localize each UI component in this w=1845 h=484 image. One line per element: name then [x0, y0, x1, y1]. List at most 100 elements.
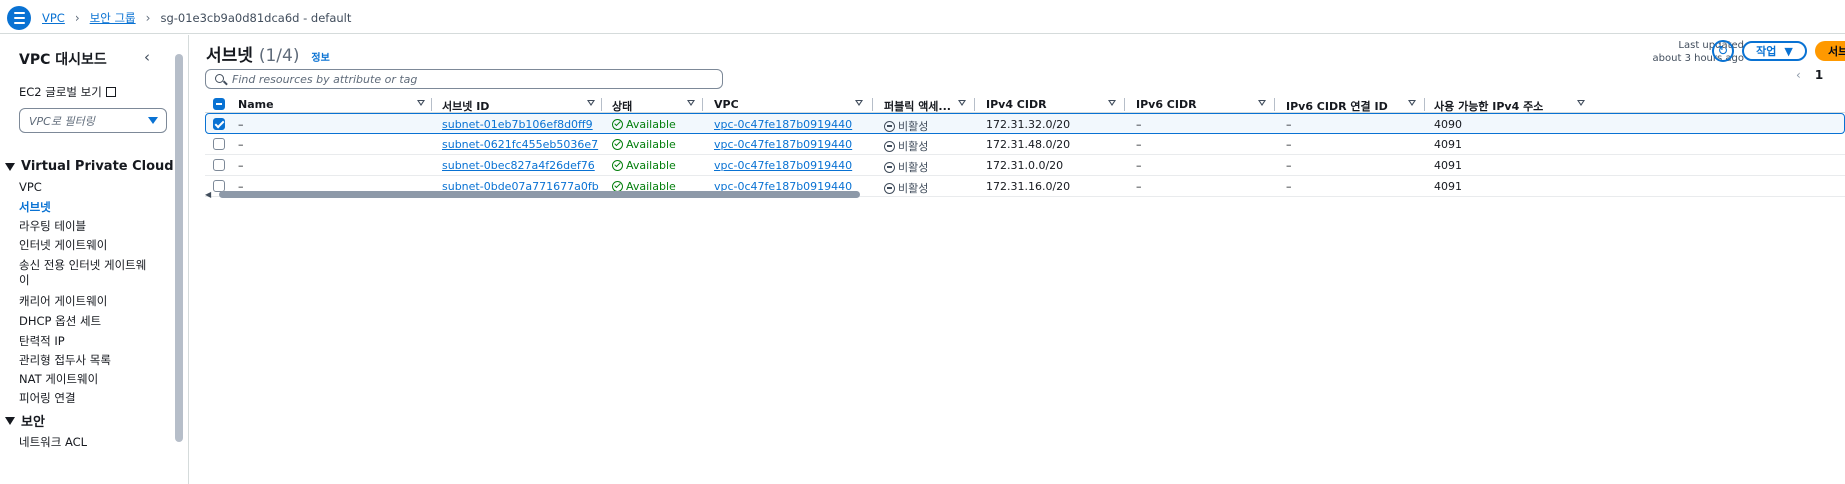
column-header-state[interactable]: 상태 — [612, 98, 632, 114]
actions-button[interactable]: 작업 ▼ — [1742, 41, 1807, 61]
sidebar-item-peering[interactable]: 피어링 연결 — [19, 390, 76, 406]
table-row[interactable]: – subnet-0621fc455eb5036e7 Available vpc… — [205, 134, 1845, 155]
chevron-left-icon[interactable]: ‹ — [1796, 68, 1801, 82]
sort-icon[interactable] — [417, 100, 425, 106]
cell-available-ipv4: 4091 — [1434, 180, 1462, 193]
sort-icon[interactable] — [855, 100, 863, 106]
status-text: Available — [626, 118, 676, 131]
search-icon — [215, 74, 224, 83]
public-text: 비활성 — [898, 182, 929, 195]
column-resizer[interactable] — [872, 98, 873, 111]
sidebar-item-subnets[interactable]: 서브넷 — [19, 199, 51, 215]
info-link[interactable]: 정보 — [311, 53, 329, 64]
sidebar-item-prefix-lists[interactable]: 관리형 접두사 목록 — [19, 352, 111, 368]
cell-ipv6-cidr: – — [1136, 118, 1142, 131]
refresh-icon[interactable]: ↻ — [1712, 40, 1734, 62]
column-resizer[interactable] — [1424, 98, 1425, 111]
public-text: 비활성 — [898, 161, 929, 174]
subnets-table: Name 서브넷 ID 상태 VPC 퍼블릭 액세... IPv4 CIDR I… — [205, 95, 1845, 197]
column-resizer[interactable] — [974, 98, 975, 111]
sort-icon[interactable] — [1577, 100, 1585, 106]
cell-subnet-id[interactable]: subnet-01eb7b106ef8d0ff9 — [442, 118, 593, 131]
top-breadcrumb-bar: VPC › 보안 그룹 › sg-01e3cb9a0d81dca6d - def… — [0, 0, 1845, 34]
scrollbar-thumb[interactable] — [219, 191, 860, 198]
pagination: ‹ 1 — [1796, 68, 1823, 82]
caret-down-icon — [5, 162, 15, 171]
vpc-filter-select[interactable]: VPC로 필터링 — [19, 108, 167, 133]
menu-icon[interactable] — [7, 6, 31, 30]
sidebar-item-carrier-gateways[interactable]: 캐리어 게이트웨이 — [19, 293, 107, 309]
column-header-available-ipv4[interactable]: 사용 가능한 IPv4 주소 — [1434, 98, 1543, 114]
sidebar-item-egress-only-igw[interactable]: 송신 전용 인터넷 게이트웨 — [19, 257, 146, 273]
row-checkbox[interactable] — [213, 118, 225, 130]
column-header-ipv4-cidr[interactable]: IPv4 CIDR — [986, 98, 1047, 111]
scroll-left-icon[interactable]: ◀ — [205, 190, 211, 199]
cell-vpc[interactable]: vpc-0c47fe187b0919440 — [714, 159, 852, 172]
sidebar-section-security[interactable]: 보안 — [5, 411, 45, 430]
sidebar-divider — [188, 35, 189, 484]
sort-icon[interactable] — [958, 100, 966, 106]
cell-state: Available — [612, 118, 676, 131]
disabled-icon — [884, 161, 895, 173]
row-checkbox[interactable] — [213, 138, 225, 150]
sort-icon[interactable] — [687, 100, 695, 106]
chevron-right-icon: › — [74, 11, 80, 25]
sidebar-item-ec2-global-view[interactable]: EC2 글로벌 보기 — [19, 84, 116, 100]
column-resizer[interactable] — [1274, 98, 1275, 111]
sidebar-section-label: Virtual Private Cloud — [21, 159, 174, 174]
disabled-icon — [884, 120, 895, 132]
status-text: Available — [626, 138, 676, 151]
column-header-subnet-id[interactable]: 서브넷 ID — [442, 98, 489, 114]
chevron-left-icon[interactable]: ‹ — [144, 48, 150, 66]
page-number[interactable]: 1 — [1815, 68, 1823, 82]
sidebar-item-internet-gateways[interactable]: 인터넷 게이트웨이 — [19, 237, 107, 253]
sidebar-item-nat-gateways[interactable]: NAT 게이트웨이 — [19, 371, 98, 387]
column-header-vpc[interactable]: VPC — [714, 98, 739, 111]
column-header-ipv6-cidr[interactable]: IPv6 CIDR — [1136, 98, 1197, 111]
sidebar-section-vpc[interactable]: Virtual Private Cloud — [5, 159, 174, 174]
column-resizer[interactable] — [431, 98, 432, 111]
column-resizer[interactable] — [601, 98, 602, 111]
cell-public-access: 비활성 — [884, 180, 928, 196]
table-row[interactable]: – subnet-0bec827a4f26def76 Available vpc… — [205, 155, 1845, 176]
sidebar-item-vpc[interactable]: VPC — [19, 180, 42, 194]
sort-icon[interactable] — [1408, 100, 1416, 106]
create-subnet-button[interactable]: 서브 — [1815, 41, 1845, 61]
sidebar-section-label: 보안 — [21, 415, 45, 430]
table-horizontal-scrollbar[interactable]: ◀ — [205, 188, 865, 200]
row-checkbox[interactable] — [213, 159, 225, 171]
cell-subnet-id[interactable]: subnet-0621fc455eb5036e7 — [442, 138, 598, 151]
cell-subnet-id[interactable]: subnet-0bec827a4f26def76 — [442, 159, 595, 172]
sidebar-item-route-tables[interactable]: 라우팅 테이블 — [19, 218, 86, 234]
scrollbar-thumb[interactable] — [175, 54, 183, 442]
cell-public-access: 비활성 — [884, 159, 928, 175]
cell-vpc[interactable]: vpc-0c47fe187b0919440 — [714, 138, 852, 151]
select-all-checkbox[interactable] — [213, 98, 225, 110]
sidebar-item-elastic-ip[interactable]: 탄력적 IP — [19, 333, 65, 349]
cell-ipv4-cidr: 172.31.16.0/20 — [986, 180, 1071, 193]
cell-name: – — [238, 118, 244, 131]
column-resizer[interactable] — [1124, 98, 1125, 111]
sidebar-item-egress-only-igw-wrap[interactable]: 이 — [19, 272, 30, 288]
sidebar-item-dhcp-option-sets[interactable]: DHCP 옵션 세트 — [19, 313, 101, 329]
disabled-icon — [884, 140, 895, 152]
status-success-icon — [612, 139, 623, 150]
cell-ipv4-cidr: 172.31.0.0/20 — [986, 159, 1064, 172]
status-text: Available — [626, 159, 676, 172]
search-input[interactable]: Find resources by attribute or tag — [205, 69, 723, 89]
sort-icon[interactable] — [1258, 100, 1266, 106]
cell-vpc[interactable]: vpc-0c47fe187b0919440 — [714, 118, 852, 131]
column-header-name[interactable]: Name — [238, 98, 274, 111]
sort-icon[interactable] — [1108, 100, 1116, 106]
sidebar-scrollbar[interactable] — [175, 52, 183, 454]
breadcrumb-vpc[interactable]: VPC — [42, 11, 65, 25]
column-header-ipv6-assoc-id[interactable]: IPv6 CIDR 연결 ID — [1286, 98, 1388, 114]
breadcrumb-security-groups[interactable]: 보안 그룹 — [90, 10, 136, 26]
column-resizer[interactable] — [702, 98, 703, 111]
sidebar-title[interactable]: VPC 대시보드 — [19, 49, 107, 69]
column-header-public-access[interactable]: 퍼블릭 액세... — [884, 98, 951, 114]
actions-label: 작업 — [1756, 45, 1777, 58]
sidebar-item-network-acl[interactable]: 네트워크 ACL — [19, 434, 87, 450]
table-row[interactable]: – subnet-01eb7b106ef8d0ff9 Available vpc… — [205, 113, 1845, 134]
sort-icon[interactable] — [587, 100, 595, 106]
